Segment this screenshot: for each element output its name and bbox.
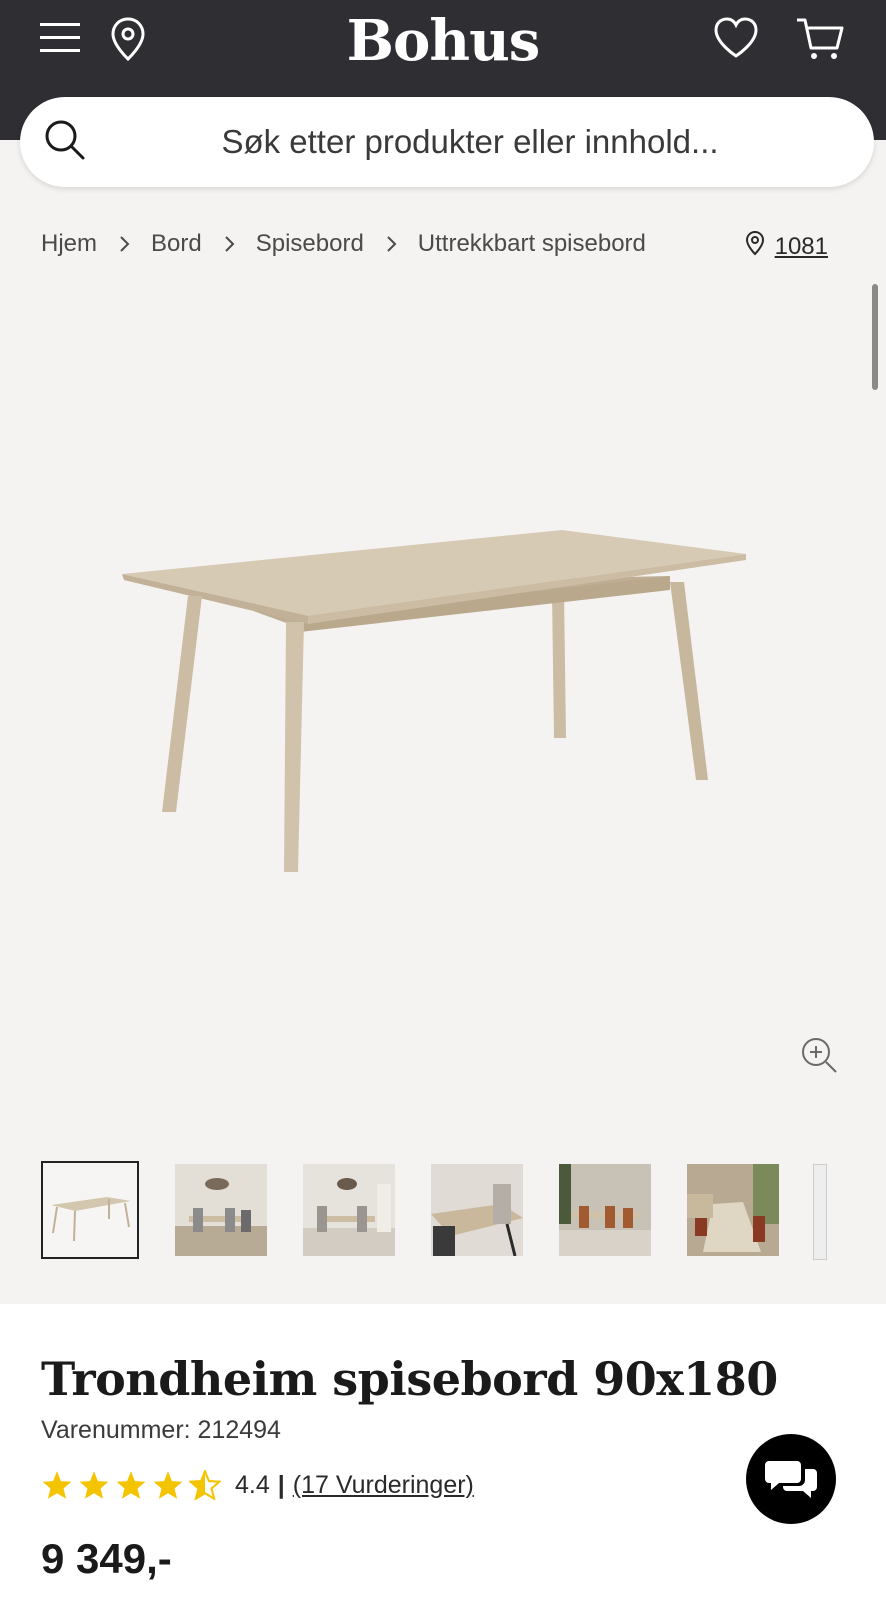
- thumbnail-4[interactable]: [431, 1164, 523, 1256]
- breadcrumb: Hjem Bord Spisebord Uttrekkbart spisebor…: [41, 230, 646, 258]
- breadcrumb-item-home[interactable]: Hjem: [41, 230, 97, 258]
- search-icon[interactable]: [44, 119, 86, 166]
- rating-value: 4.4: [235, 1470, 270, 1499]
- thumbnail-5[interactable]: [559, 1164, 651, 1256]
- product-price: 9 349,-: [41, 1535, 172, 1582]
- scrollbar-thumb[interactable]: [872, 284, 878, 390]
- chevron-right-icon: [224, 235, 236, 253]
- product-main-image[interactable]: [100, 500, 780, 900]
- chat-button[interactable]: [746, 1434, 836, 1524]
- product-title: Trondheim spisebord 90x180: [41, 1352, 778, 1406]
- star-icon: [42, 1471, 72, 1499]
- star-icon: [116, 1471, 146, 1499]
- shopping-cart-icon[interactable]: [795, 16, 845, 62]
- reviews-link[interactable]: (17 Vurderinger): [293, 1471, 474, 1500]
- rating-stars: [41, 1470, 221, 1500]
- chat-bubbles-icon: [765, 1461, 817, 1498]
- breadcrumb-item-uttrekkbart-spisebord[interactable]: Uttrekkbart spisebord: [418, 230, 646, 258]
- half-star-icon: [189, 1470, 221, 1500]
- breadcrumb-item-spisebord[interactable]: Spisebord: [256, 230, 364, 258]
- star-icon: [79, 1471, 109, 1499]
- product-rating: 4.4 | (17 Vurderinger): [41, 1470, 474, 1500]
- chevron-right-icon: [119, 235, 131, 253]
- thumbnail-1[interactable]: [41, 1161, 139, 1259]
- thumbnail-2[interactable]: [175, 1164, 267, 1256]
- location-pin-icon: [745, 230, 765, 263]
- product-sku: Varenummer: 212494: [41, 1416, 281, 1444]
- thumbnail-7[interactable]: [813, 1164, 827, 1260]
- rating-separator: |: [277, 1470, 285, 1499]
- thumbnail-strip: [41, 1161, 827, 1260]
- store-number: 1081: [774, 232, 828, 260]
- thumbnail-3[interactable]: [303, 1164, 395, 1256]
- heart-icon[interactable]: [713, 16, 759, 60]
- zoom-in-icon[interactable]: [800, 1036, 840, 1081]
- search-input[interactable]: [120, 117, 820, 167]
- search-bar: [20, 97, 874, 187]
- store-selector[interactable]: 1081: [745, 230, 828, 263]
- breadcrumb-item-bord[interactable]: Bord: [151, 230, 202, 258]
- chevron-right-icon: [386, 235, 398, 253]
- thumbnail-6[interactable]: [687, 1164, 779, 1256]
- star-icon: [153, 1471, 183, 1499]
